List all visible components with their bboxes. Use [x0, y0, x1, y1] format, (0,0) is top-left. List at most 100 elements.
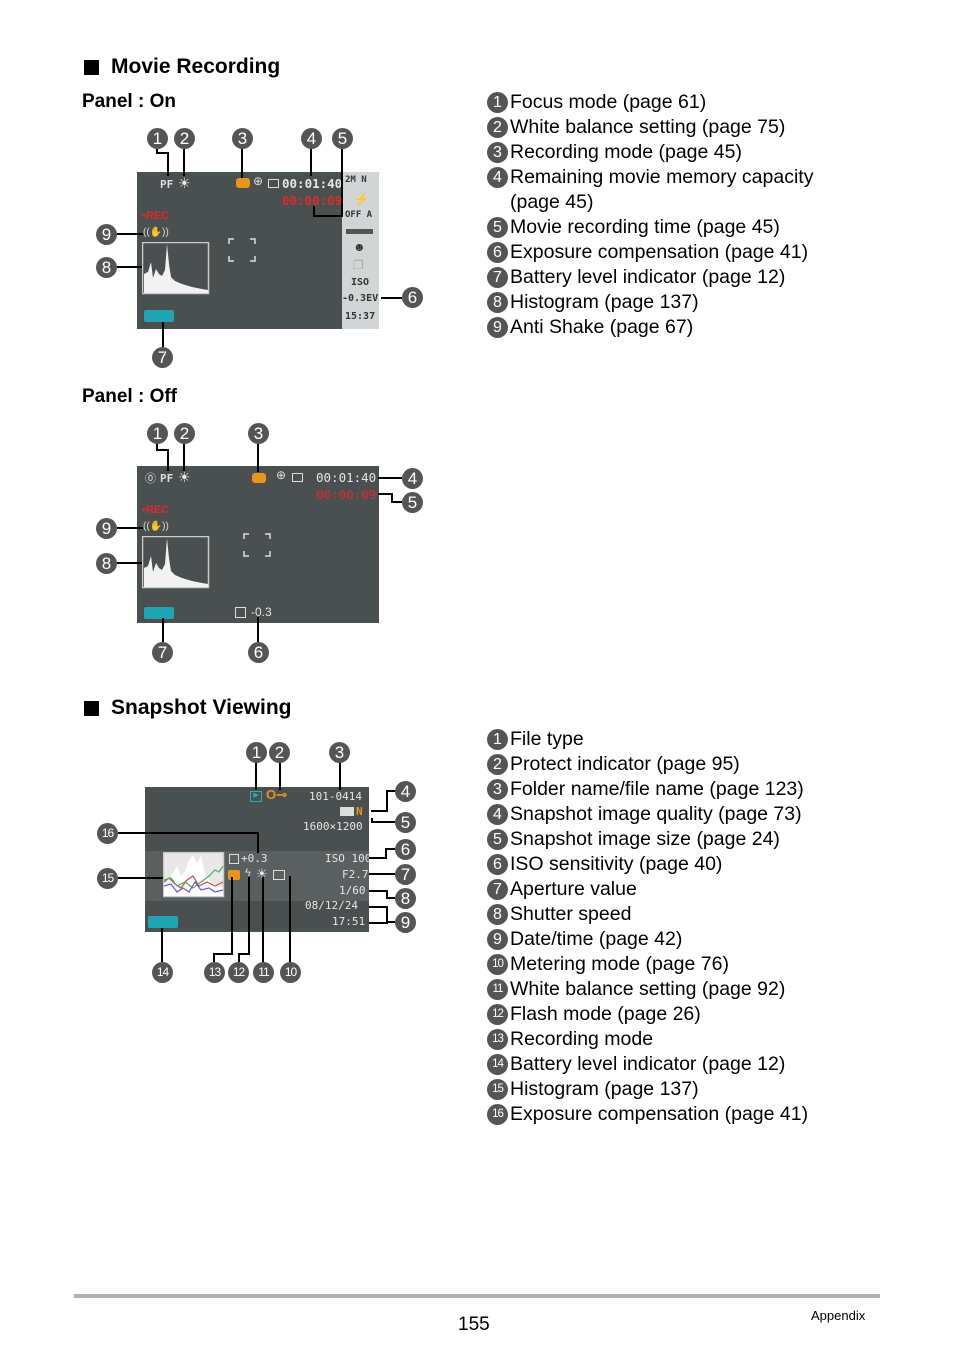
rgb-histogram: [163, 852, 225, 898]
number-badge: 1: [487, 729, 508, 750]
legend-item: 9 Date/time (page 42): [487, 927, 847, 952]
callout-4: 4: [402, 468, 423, 489]
callout-1: 1: [147, 128, 168, 149]
page-number: 155: [458, 1314, 490, 1335]
panel-on-heading: Panel : On: [82, 91, 176, 112]
panel-iso: ISO: [351, 277, 370, 288]
footer-divider: [74, 1294, 880, 1298]
camera-mode-icon: [228, 870, 240, 880]
section-heading-snapshot-viewing: Snapshot Viewing: [84, 696, 291, 720]
callout-1: 1: [246, 742, 267, 763]
leader-line: [369, 848, 395, 859]
recording-time: 00:00:09: [282, 193, 343, 208]
remaining-capacity: 00:01:40: [282, 176, 343, 191]
legend-item: 8 Histogram (page 137): [487, 290, 847, 315]
time: 17:51: [332, 915, 366, 928]
section-heading-movie-recording: Movie Recording: [84, 55, 280, 79]
snapshot-viewing-legend: 1 File type 2 Protect indicator (page 95) …: [487, 727, 847, 1127]
callout-9: 9: [96, 224, 117, 245]
callout-4: 4: [301, 128, 322, 149]
battery-indicator: [148, 916, 178, 928]
legend-item: 8 Shutter speed: [487, 902, 847, 927]
callout-8: 8: [96, 257, 117, 278]
legend-item: 10 Metering mode (page 76): [487, 952, 847, 977]
rec-indicator: •REC: [142, 504, 170, 516]
panel-self-timer: OFF A: [345, 210, 373, 220]
callout-14: 14: [152, 962, 173, 983]
callout-9: 9: [395, 912, 416, 933]
operation-panel: 2M N ⚡ OFF A ☻ ❐ ISO -0.3EV 15:37: [342, 172, 379, 329]
legend-item: 2 White balance setting (page 75): [487, 115, 847, 140]
legend-item: 3 Recording mode (page 45): [487, 140, 847, 165]
callout-3: 3: [329, 742, 350, 763]
legend-item: 16 Exposure compensation (page 41): [487, 1102, 847, 1127]
panel-off-heading: Panel : Off: [82, 386, 178, 407]
legend-item: 5 Movie recording time (page 45): [487, 215, 847, 240]
file-name: 101-0414: [309, 790, 362, 803]
number-badge: 11: [487, 979, 508, 1000]
panel-face-icon: ☻: [353, 240, 366, 254]
leader-line: [371, 818, 395, 823]
callout-4: 4: [395, 781, 416, 802]
callout-7: 7: [152, 642, 173, 663]
remaining-capacity: 00:01:40: [316, 470, 377, 485]
number-badge: 3: [487, 779, 508, 800]
panel-image-size: 2M N: [345, 175, 367, 185]
number-badge: 5: [487, 829, 508, 850]
histogram: [142, 536, 210, 589]
legend-item: 7 Aperture value: [487, 877, 847, 902]
callout-3: 3: [248, 423, 269, 444]
camera-screen-panel-on: PF ☀ ⊕ 00:01:40 00:00:09 •REC ((✋)) 2M N…: [137, 172, 379, 329]
callout-2: 2: [174, 423, 195, 444]
footer-section-label: Appendix: [811, 1308, 866, 1323]
number-badge: 9: [487, 929, 508, 950]
panel-bar-icon: [346, 229, 373, 234]
camera-screen-panel-off: ⓪ PF ☀ ⊕ 00:01:40 00:00:09 •REC ((✋)) -0…: [137, 466, 379, 623]
callout-2: 2: [269, 742, 290, 763]
number-badge: 10: [487, 954, 508, 975]
legend-item: 15 Histogram (page 137): [487, 1077, 847, 1102]
movie-mode-icon: [236, 178, 250, 188]
anti-shake-icon: ((✋)): [143, 227, 169, 238]
focus-mode-indicator: PF: [160, 178, 174, 191]
number-badge: 7: [487, 879, 508, 900]
legend-item: 1 File type: [487, 727, 847, 752]
number-badge: 8: [487, 904, 508, 925]
legend-item: 4 Remaining movie memory capacity (page 4…: [487, 165, 847, 215]
panel-ev: -0.3EV: [342, 293, 379, 304]
callout-8: 8: [96, 553, 117, 574]
movie-recording-legend: 1 Focus mode (page 61) 2 White balance set…: [487, 90, 847, 340]
legend-item: 1 Focus mode (page 61): [487, 90, 847, 115]
focus-frame: [243, 533, 271, 557]
callout-6: 6: [402, 287, 423, 308]
callout-7: 7: [152, 347, 173, 368]
legend-item: 7 Battery level indicator (page 12): [487, 265, 847, 290]
legend-item: 3 Folder name/file name (page 123): [487, 777, 847, 802]
number-badge: 16: [487, 1104, 508, 1125]
panel-clock: 15:37: [345, 311, 376, 322]
square-bullet-icon: [84, 700, 99, 716]
battery-indicator: [144, 607, 174, 619]
legend-item: 2 Protect indicator (page 95): [487, 752, 847, 777]
callout-13: 13: [204, 962, 225, 983]
callout-5: 5: [402, 492, 423, 513]
rec-indicator: •REC: [142, 210, 170, 222]
metering-icon: [292, 473, 303, 482]
anti-shake-icon: ((✋)): [143, 521, 169, 532]
legend-item: 9 Anti Shake (page 67): [487, 315, 847, 340]
callout-15: 15: [97, 868, 118, 889]
shutter-speed: 1/60: [339, 884, 366, 897]
callout-3: 3: [232, 128, 253, 149]
zoom-icon: ⊕: [276, 468, 287, 482]
callout-6: 6: [395, 839, 416, 860]
leader-line: [369, 890, 395, 899]
number-badge: 5: [487, 217, 508, 238]
legend-item: 4 Snapshot image quality (page 73): [487, 802, 847, 827]
callout-2: 2: [174, 128, 195, 149]
metering-icon: [273, 870, 285, 880]
aperture-value: F2.7: [342, 868, 369, 881]
white-balance-icon: ☀: [256, 866, 268, 881]
image-quality: N: [356, 805, 363, 818]
movie-mode-icon: [252, 473, 266, 483]
protect-key-icon: O⊸: [266, 787, 288, 802]
